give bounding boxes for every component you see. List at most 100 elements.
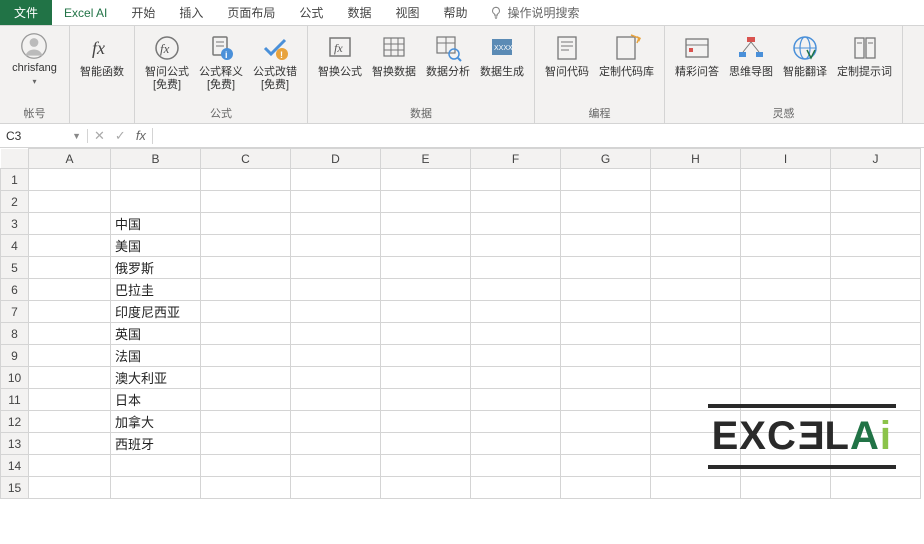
custom-prompt-button[interactable]: 定制提示词 <box>833 30 896 81</box>
cell-E11[interactable] <box>381 389 471 411</box>
cell-D11[interactable] <box>291 389 381 411</box>
cell-J9[interactable] <box>831 345 921 367</box>
cell-D8[interactable] <box>291 323 381 345</box>
cell-C5[interactable] <box>201 257 291 279</box>
spreadsheet-grid[interactable]: ABCDEFGHIJ123中国4美国5俄罗斯6巴拉圭7印度尼西亚8英国9法国10… <box>0 148 921 499</box>
code-library-button[interactable]: 定制代码库 <box>595 30 658 81</box>
cell-D7[interactable] <box>291 301 381 323</box>
cell-I7[interactable] <box>741 301 831 323</box>
cell-G5[interactable] <box>561 257 651 279</box>
cell-D12[interactable] <box>291 411 381 433</box>
cell-A6[interactable] <box>29 279 111 301</box>
cell-G9[interactable] <box>561 345 651 367</box>
row-head-14[interactable]: 14 <box>1 455 29 477</box>
cell-H8[interactable] <box>651 323 741 345</box>
cell-C8[interactable] <box>201 323 291 345</box>
cell-J4[interactable] <box>831 235 921 257</box>
cell-E4[interactable] <box>381 235 471 257</box>
cell-I12[interactable] <box>741 411 831 433</box>
mindmap-button[interactable]: 思维导图 <box>725 30 777 81</box>
col-head-F[interactable]: F <box>471 149 561 169</box>
cell-D14[interactable] <box>291 455 381 477</box>
cell-J5[interactable] <box>831 257 921 279</box>
explain-formula-button[interactable]: i 公式释义 [免费] <box>195 30 247 94</box>
cell-D2[interactable] <box>291 191 381 213</box>
cell-B7[interactable]: 印度尼西亚 <box>111 301 201 323</box>
cell-F14[interactable] <box>471 455 561 477</box>
cell-C10[interactable] <box>201 367 291 389</box>
cell-A4[interactable] <box>29 235 111 257</box>
cell-G14[interactable] <box>561 455 651 477</box>
cell-C2[interactable] <box>201 191 291 213</box>
cell-G13[interactable] <box>561 433 651 455</box>
cell-E8[interactable] <box>381 323 471 345</box>
cell-H5[interactable] <box>651 257 741 279</box>
cell-A3[interactable] <box>29 213 111 235</box>
cell-A14[interactable] <box>29 455 111 477</box>
cell-G3[interactable] <box>561 213 651 235</box>
cell-C4[interactable] <box>201 235 291 257</box>
cell-H11[interactable] <box>651 389 741 411</box>
cell-E10[interactable] <box>381 367 471 389</box>
cell-H2[interactable] <box>651 191 741 213</box>
cell-C9[interactable] <box>201 345 291 367</box>
cell-C7[interactable] <box>201 301 291 323</box>
cell-E7[interactable] <box>381 301 471 323</box>
cell-G7[interactable] <box>561 301 651 323</box>
cell-H13[interactable] <box>651 433 741 455</box>
row-head-6[interactable]: 6 <box>1 279 29 301</box>
generate-data-button[interactable]: XXXX 数据生成 <box>476 30 528 81</box>
cell-B8[interactable]: 英国 <box>111 323 201 345</box>
col-head-A[interactable]: A <box>29 149 111 169</box>
cell-G11[interactable] <box>561 389 651 411</box>
cell-F6[interactable] <box>471 279 561 301</box>
cell-H7[interactable] <box>651 301 741 323</box>
cell-C1[interactable] <box>201 169 291 191</box>
cell-E2[interactable] <box>381 191 471 213</box>
cell-D3[interactable] <box>291 213 381 235</box>
cell-E12[interactable] <box>381 411 471 433</box>
cell-I9[interactable] <box>741 345 831 367</box>
cell-C11[interactable] <box>201 389 291 411</box>
cell-C12[interactable] <box>201 411 291 433</box>
cell-J3[interactable] <box>831 213 921 235</box>
tell-me-search[interactable]: 操作说明搜索 <box>479 0 589 25</box>
ask-formula-button[interactable]: fx 智问公式 [免费] <box>141 30 193 94</box>
cell-B12[interactable]: 加拿大 <box>111 411 201 433</box>
menu-file[interactable]: 文件 <box>0 0 52 25</box>
qa-button[interactable]: 精彩问答 <box>671 30 723 81</box>
cell-D10[interactable] <box>291 367 381 389</box>
ask-code-button[interactable]: 智问代码 <box>541 30 593 81</box>
cell-A13[interactable] <box>29 433 111 455</box>
account-button[interactable]: chrisfang▾ <box>8 30 61 90</box>
cell-I3[interactable] <box>741 213 831 235</box>
translate-button[interactable]: 智能翻译 <box>779 30 831 81</box>
insert-function-icon[interactable]: fx <box>136 128 146 143</box>
tab-view[interactable]: 视图 <box>383 0 431 25</box>
cell-I13[interactable] <box>741 433 831 455</box>
cell-A1[interactable] <box>29 169 111 191</box>
cell-B6[interactable]: 巴拉圭 <box>111 279 201 301</box>
cell-B5[interactable]: 俄罗斯 <box>111 257 201 279</box>
cell-I11[interactable] <box>741 389 831 411</box>
cell-F7[interactable] <box>471 301 561 323</box>
cell-J11[interactable] <box>831 389 921 411</box>
row-head-10[interactable]: 10 <box>1 367 29 389</box>
confirm-icon[interactable]: ✓ <box>115 128 126 144</box>
cell-B15[interactable] <box>111 477 201 499</box>
cell-D9[interactable] <box>291 345 381 367</box>
cell-G15[interactable] <box>561 477 651 499</box>
cell-J10[interactable] <box>831 367 921 389</box>
cell-C14[interactable] <box>201 455 291 477</box>
cell-F5[interactable] <box>471 257 561 279</box>
cell-J1[interactable] <box>831 169 921 191</box>
cell-F10[interactable] <box>471 367 561 389</box>
cell-G6[interactable] <box>561 279 651 301</box>
cell-A10[interactable] <box>29 367 111 389</box>
cell-I6[interactable] <box>741 279 831 301</box>
cell-E3[interactable] <box>381 213 471 235</box>
cell-H12[interactable] <box>651 411 741 433</box>
cell-F15[interactable] <box>471 477 561 499</box>
row-head-9[interactable]: 9 <box>1 345 29 367</box>
cell-A11[interactable] <box>29 389 111 411</box>
